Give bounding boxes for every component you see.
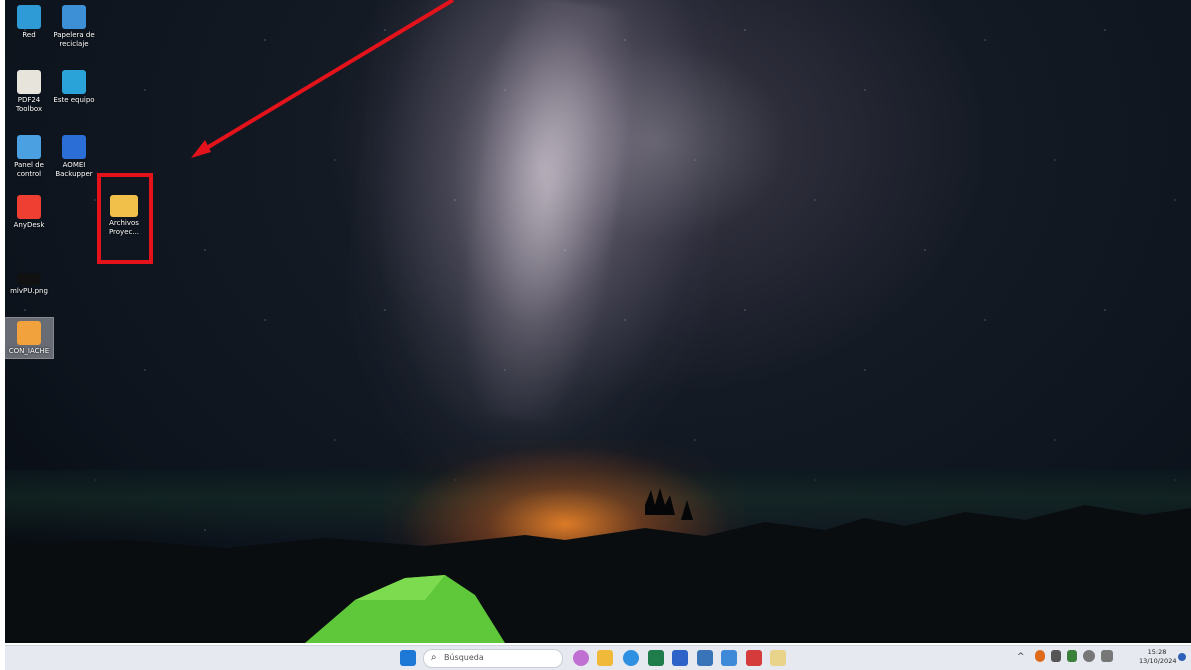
recycle-bin-icon bbox=[62, 5, 86, 29]
taskbar: ⌕ Búsqueda ^ 15:28 13/10/2024 bbox=[5, 645, 1191, 670]
computer-icon bbox=[62, 70, 86, 94]
search-box[interactable]: ⌕ Búsqueda bbox=[423, 649, 563, 668]
volume-icon[interactable] bbox=[1101, 650, 1113, 662]
browser-icon[interactable] bbox=[623, 650, 639, 666]
start-button[interactable] bbox=[400, 650, 416, 666]
chevron-up-icon[interactable]: ^ bbox=[1017, 652, 1027, 662]
anydesk-icon bbox=[17, 195, 41, 219]
aomei-icon bbox=[62, 135, 86, 159]
search-icon: ⌕ bbox=[431, 652, 437, 663]
desktop-icon-pdf24[interactable]: PDF24 Toolbox bbox=[5, 70, 53, 114]
excel-icon[interactable] bbox=[648, 650, 664, 666]
control-panel-icon bbox=[17, 135, 41, 159]
annotation-arrow bbox=[191, 0, 455, 158]
clock-date: 13/10/2024 bbox=[1139, 657, 1177, 665]
calculator-icon[interactable] bbox=[697, 650, 713, 666]
app-red-icon[interactable] bbox=[746, 650, 762, 666]
word-icon[interactable] bbox=[672, 650, 688, 666]
tray-app-icon[interactable] bbox=[1035, 650, 1045, 662]
network-icon bbox=[17, 5, 41, 29]
desktop-icon-this-pc[interactable]: Este equipo bbox=[50, 70, 98, 105]
copilot-icon[interactable] bbox=[573, 650, 589, 666]
notifications-icon[interactable] bbox=[1178, 653, 1186, 661]
desktop-icon-recycle-bin[interactable]: Papelera de reciclaje bbox=[50, 5, 98, 49]
desktop-icon-control-panel[interactable]: Panel de control bbox=[5, 135, 53, 179]
annotation-highlight-box bbox=[97, 173, 153, 264]
clock-time: 15:28 bbox=[1147, 648, 1167, 656]
desktop-icon-image-file[interactable]: mlvPU.png bbox=[5, 265, 53, 296]
clock[interactable]: 15:28 13/10/2024 bbox=[1139, 648, 1177, 666]
desktop-wallpaper bbox=[5, 0, 1191, 643]
desktop-icon-anydesk[interactable]: AnyDesk bbox=[5, 195, 53, 230]
wifi-icon[interactable] bbox=[1083, 650, 1095, 662]
pdf24-icon bbox=[17, 70, 41, 94]
app-yellow-icon[interactable] bbox=[770, 650, 786, 666]
desktop-icon-aomei-backupper[interactable]: AOMEI Backupper bbox=[50, 135, 98, 179]
desktop-icon-network[interactable]: Red bbox=[5, 5, 53, 40]
image-file-icon bbox=[17, 273, 41, 285]
file-explorer-icon[interactable] bbox=[597, 650, 613, 666]
notepad-icon[interactable] bbox=[721, 650, 737, 666]
battery-icon[interactable] bbox=[1051, 650, 1061, 662]
shortcut-icon bbox=[17, 321, 41, 345]
tray-status-icon[interactable] bbox=[1067, 650, 1077, 662]
desktop-icon-con-iache[interactable]: CON_IACHE bbox=[4, 317, 54, 359]
